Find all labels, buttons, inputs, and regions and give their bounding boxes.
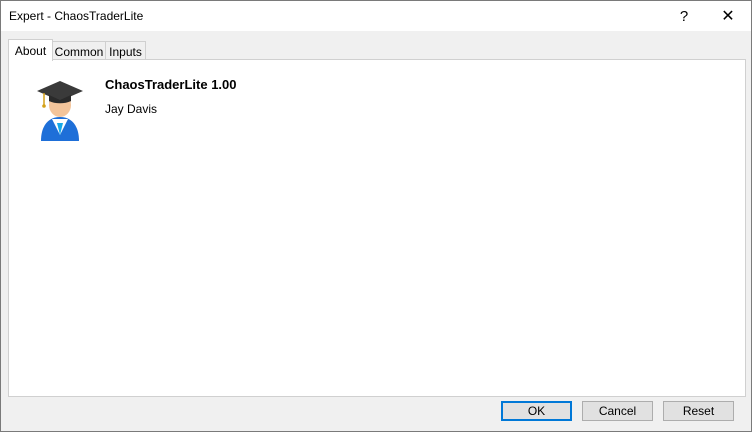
window-title: Expert - ChaosTraderLite <box>9 9 144 23</box>
close-button[interactable]: ✕ <box>705 1 751 31</box>
expert-dialog: Expert - ChaosTraderLite ? ✕ About Commo… <box>0 0 752 432</box>
expert-graduate-icon <box>37 81 83 141</box>
author-name: Jay Davis <box>105 102 158 116</box>
cancel-button[interactable]: Cancel <box>582 401 653 421</box>
tab-about[interactable]: About <box>8 39 53 61</box>
tab-common[interactable]: Common <box>52 41 106 61</box>
tab-inputs[interactable]: Inputs <box>105 41 146 61</box>
reset-button[interactable]: Reset <box>663 401 734 421</box>
about-panel: ChaosTraderLite 1.00 Jay Davis <box>8 59 746 397</box>
help-button[interactable]: ? <box>661 1 707 31</box>
product-name: ChaosTraderLite 1.00 <box>105 77 237 92</box>
ok-button[interactable]: OK <box>501 401 572 421</box>
title-bar[interactable]: Expert - ChaosTraderLite ? ✕ <box>1 1 751 31</box>
